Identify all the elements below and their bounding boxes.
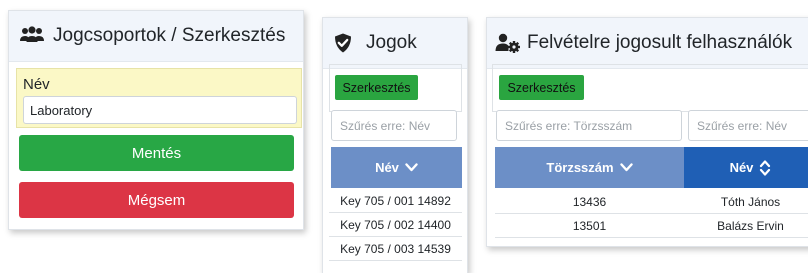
rights-name-column-header[interactable]: Név: [331, 147, 462, 188]
users-row-id[interactable]: 13436: [495, 190, 684, 214]
rights-table-row[interactable]: Key 705 / 003 14539: [329, 237, 462, 261]
authorized-users-header: Felvételre jogosult felhasználók: [487, 18, 808, 69]
name-field-label: Név: [23, 76, 50, 93]
rights-table-row[interactable]: Key 705 / 001 14892: [329, 189, 462, 213]
users-name-column-header[interactable]: Név: [684, 147, 808, 188]
users-row-name[interactable]: Balázs Ervin: [684, 214, 808, 238]
shield-check-icon: [334, 32, 352, 54]
cancel-button[interactable]: Mégsem: [19, 182, 294, 218]
users-row-name[interactable]: Tóth János: [684, 190, 808, 214]
rights-edit-button[interactable]: Szerkesztés: [335, 75, 418, 100]
rights-header: Jogok: [323, 18, 467, 69]
users-id-filter[interactable]: [496, 110, 682, 141]
rights-title: Jogok: [366, 32, 417, 53]
sort-icon: [759, 159, 771, 177]
authorized-users-panel: Felvételre jogosult felhasználók Szerkes…: [486, 17, 808, 247]
rights-table-row[interactable]: Key 705 / 002 14400: [329, 213, 462, 237]
rights-name-column-label: Név: [375, 160, 399, 175]
chevron-down-icon: [405, 163, 418, 172]
name-field[interactable]: [23, 96, 297, 124]
save-button[interactable]: Mentés: [19, 135, 294, 171]
users-row-id[interactable]: 13501: [495, 214, 684, 238]
group-edit-title: Jogcsoportok / Szerkesztés: [53, 25, 286, 46]
users-id-column-header[interactable]: Törzsszám: [495, 147, 684, 188]
chevron-down-icon: [619, 163, 633, 172]
name-form-group: Név: [16, 68, 302, 128]
users-cog-icon: [495, 32, 521, 54]
group-edit-header: Jogcsoportok / Szerkesztés: [9, 11, 303, 62]
rights-name-filter[interactable]: [331, 110, 457, 141]
authorized-users-title: Felvételre jogosult felhasználók: [527, 32, 793, 53]
users-name-column-label: Név: [729, 160, 754, 175]
users-edit-button[interactable]: Szerkesztés: [499, 75, 584, 100]
users-id-column-label: Törzsszám: [546, 160, 614, 175]
rights-panel: Jogok Szerkesztés Név Key 705 / 001 1489…: [322, 17, 468, 273]
users-name-filter[interactable]: [688, 110, 808, 141]
group-edit-panel: Jogcsoportok / Szerkesztés Név Mentés Mé…: [8, 10, 304, 230]
users-icon: [19, 25, 45, 47]
